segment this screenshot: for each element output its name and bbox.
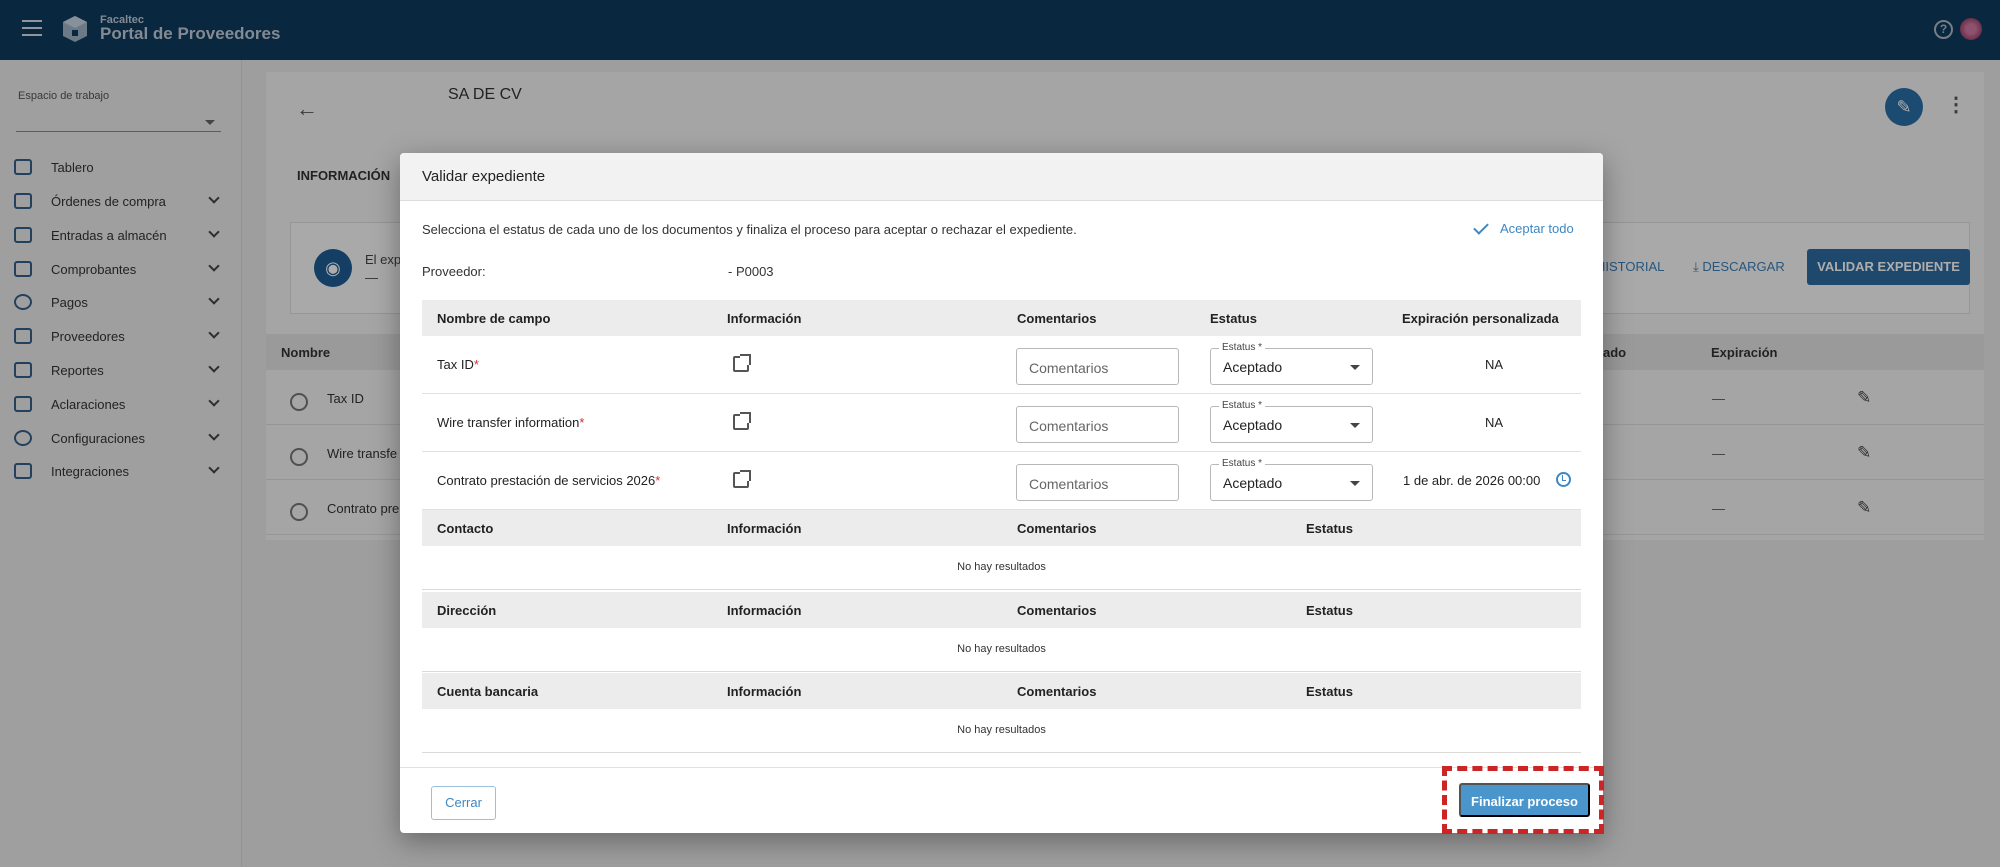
- fields-table-header: Nombre de campo Información Comentarios …: [422, 300, 1581, 336]
- empty-row: No hay resultados: [422, 628, 1581, 672]
- field-name: Tax ID*: [437, 357, 479, 372]
- section-title: Cuenta bancaria: [437, 684, 539, 699]
- accept-all-label: Aceptar todo: [1500, 220, 1574, 236]
- status-select[interactable]: Estatus * Aceptado: [1210, 342, 1373, 385]
- empty-message: No hay resultados: [957, 724, 1046, 736]
- open-in-new-icon[interactable]: [733, 354, 751, 372]
- column-informacion: Información: [727, 521, 802, 536]
- accept-all-button[interactable]: Aceptar todo: [1473, 217, 1574, 239]
- caret-down-icon: [1350, 481, 1360, 486]
- table-row: Contrato prestación de servicios 2026* C…: [422, 452, 1581, 510]
- dialog-description: Selecciona el estatus de cada uno de los…: [422, 222, 1077, 237]
- dialog-title: Validar expediente: [422, 168, 546, 185]
- section-title: Dirección: [437, 603, 497, 618]
- column-expiracion-personalizada: Expiración personalizada: [1402, 311, 1559, 326]
- contacto-table-header: Contacto Información Comentarios Estatus: [422, 510, 1581, 546]
- status-value: Aceptado: [1223, 417, 1283, 433]
- open-in-new-icon[interactable]: [733, 470, 751, 488]
- comments-input[interactable]: Comentarios: [1016, 406, 1179, 443]
- dialog-footer: Cerrar Finalizar proceso: [400, 767, 1603, 833]
- column-comentarios: Comentarios: [1017, 684, 1097, 699]
- comments-input[interactable]: Comentarios: [1016, 464, 1179, 501]
- status-label: Estatus *: [1219, 400, 1266, 411]
- field-name: Wire transfer information*: [437, 415, 585, 430]
- field-name: Contrato prestación de servicios 2026*: [437, 473, 661, 488]
- empty-row: No hay resultados: [422, 546, 1581, 590]
- expiration-value: NA: [1485, 357, 1504, 372]
- provider-value: - P0003: [728, 264, 774, 279]
- column-comentarios: Comentarios: [1017, 521, 1097, 536]
- dialog-header: Validar expediente: [400, 153, 1603, 201]
- column-estatus: Estatus: [1306, 603, 1353, 618]
- status-label: Estatus *: [1219, 342, 1266, 353]
- table-row: Tax ID* Comentarios Estatus * Aceptado N…: [422, 336, 1581, 394]
- column-informacion: Información: [727, 311, 802, 326]
- status-select[interactable]: Estatus * Aceptado: [1210, 400, 1373, 443]
- empty-message: No hay resultados: [957, 561, 1046, 573]
- direccion-table-header: Dirección Información Comentarios Estatu…: [422, 592, 1581, 628]
- caret-down-icon: [1350, 365, 1360, 370]
- column-nombre-de-campo: Nombre de campo: [437, 311, 551, 326]
- caret-down-icon: [1350, 423, 1360, 428]
- comments-input[interactable]: Comentarios: [1016, 348, 1179, 385]
- validate-dialog: Validar expediente Selecciona el estatus…: [400, 153, 1603, 833]
- empty-row: No hay resultados: [422, 709, 1581, 753]
- expiration-value: NA: [1485, 415, 1504, 430]
- check-icon: [1473, 218, 1489, 235]
- close-button[interactable]: Cerrar: [431, 786, 496, 820]
- column-estatus: Estatus: [1210, 311, 1257, 326]
- provider-label: Proveedor:: [422, 264, 486, 279]
- highlight-box: [1442, 766, 1604, 834]
- status-label: Estatus *: [1219, 458, 1266, 469]
- status-value: Aceptado: [1223, 359, 1283, 375]
- expiration-value: 1 de abr. de 2026 00:00: [1403, 473, 1541, 488]
- column-comentarios: Comentarios: [1017, 603, 1097, 618]
- section-title: Contacto: [437, 521, 494, 536]
- alarm-icon[interactable]: [1556, 472, 1571, 487]
- table-row: Wire transfer information* Comentarios E…: [422, 394, 1581, 452]
- column-estatus: Estatus: [1306, 521, 1353, 536]
- status-select[interactable]: Estatus * Aceptado: [1210, 458, 1373, 501]
- status-value: Aceptado: [1223, 475, 1283, 491]
- empty-message: No hay resultados: [957, 643, 1046, 655]
- open-in-new-icon[interactable]: [733, 412, 751, 430]
- column-informacion: Información: [727, 684, 802, 699]
- column-estatus: Estatus: [1306, 684, 1353, 699]
- cuenta-bancaria-table-header: Cuenta bancaria Información Comentarios …: [422, 673, 1581, 709]
- column-comentarios: Comentarios: [1017, 311, 1097, 326]
- column-informacion: Información: [727, 603, 802, 618]
